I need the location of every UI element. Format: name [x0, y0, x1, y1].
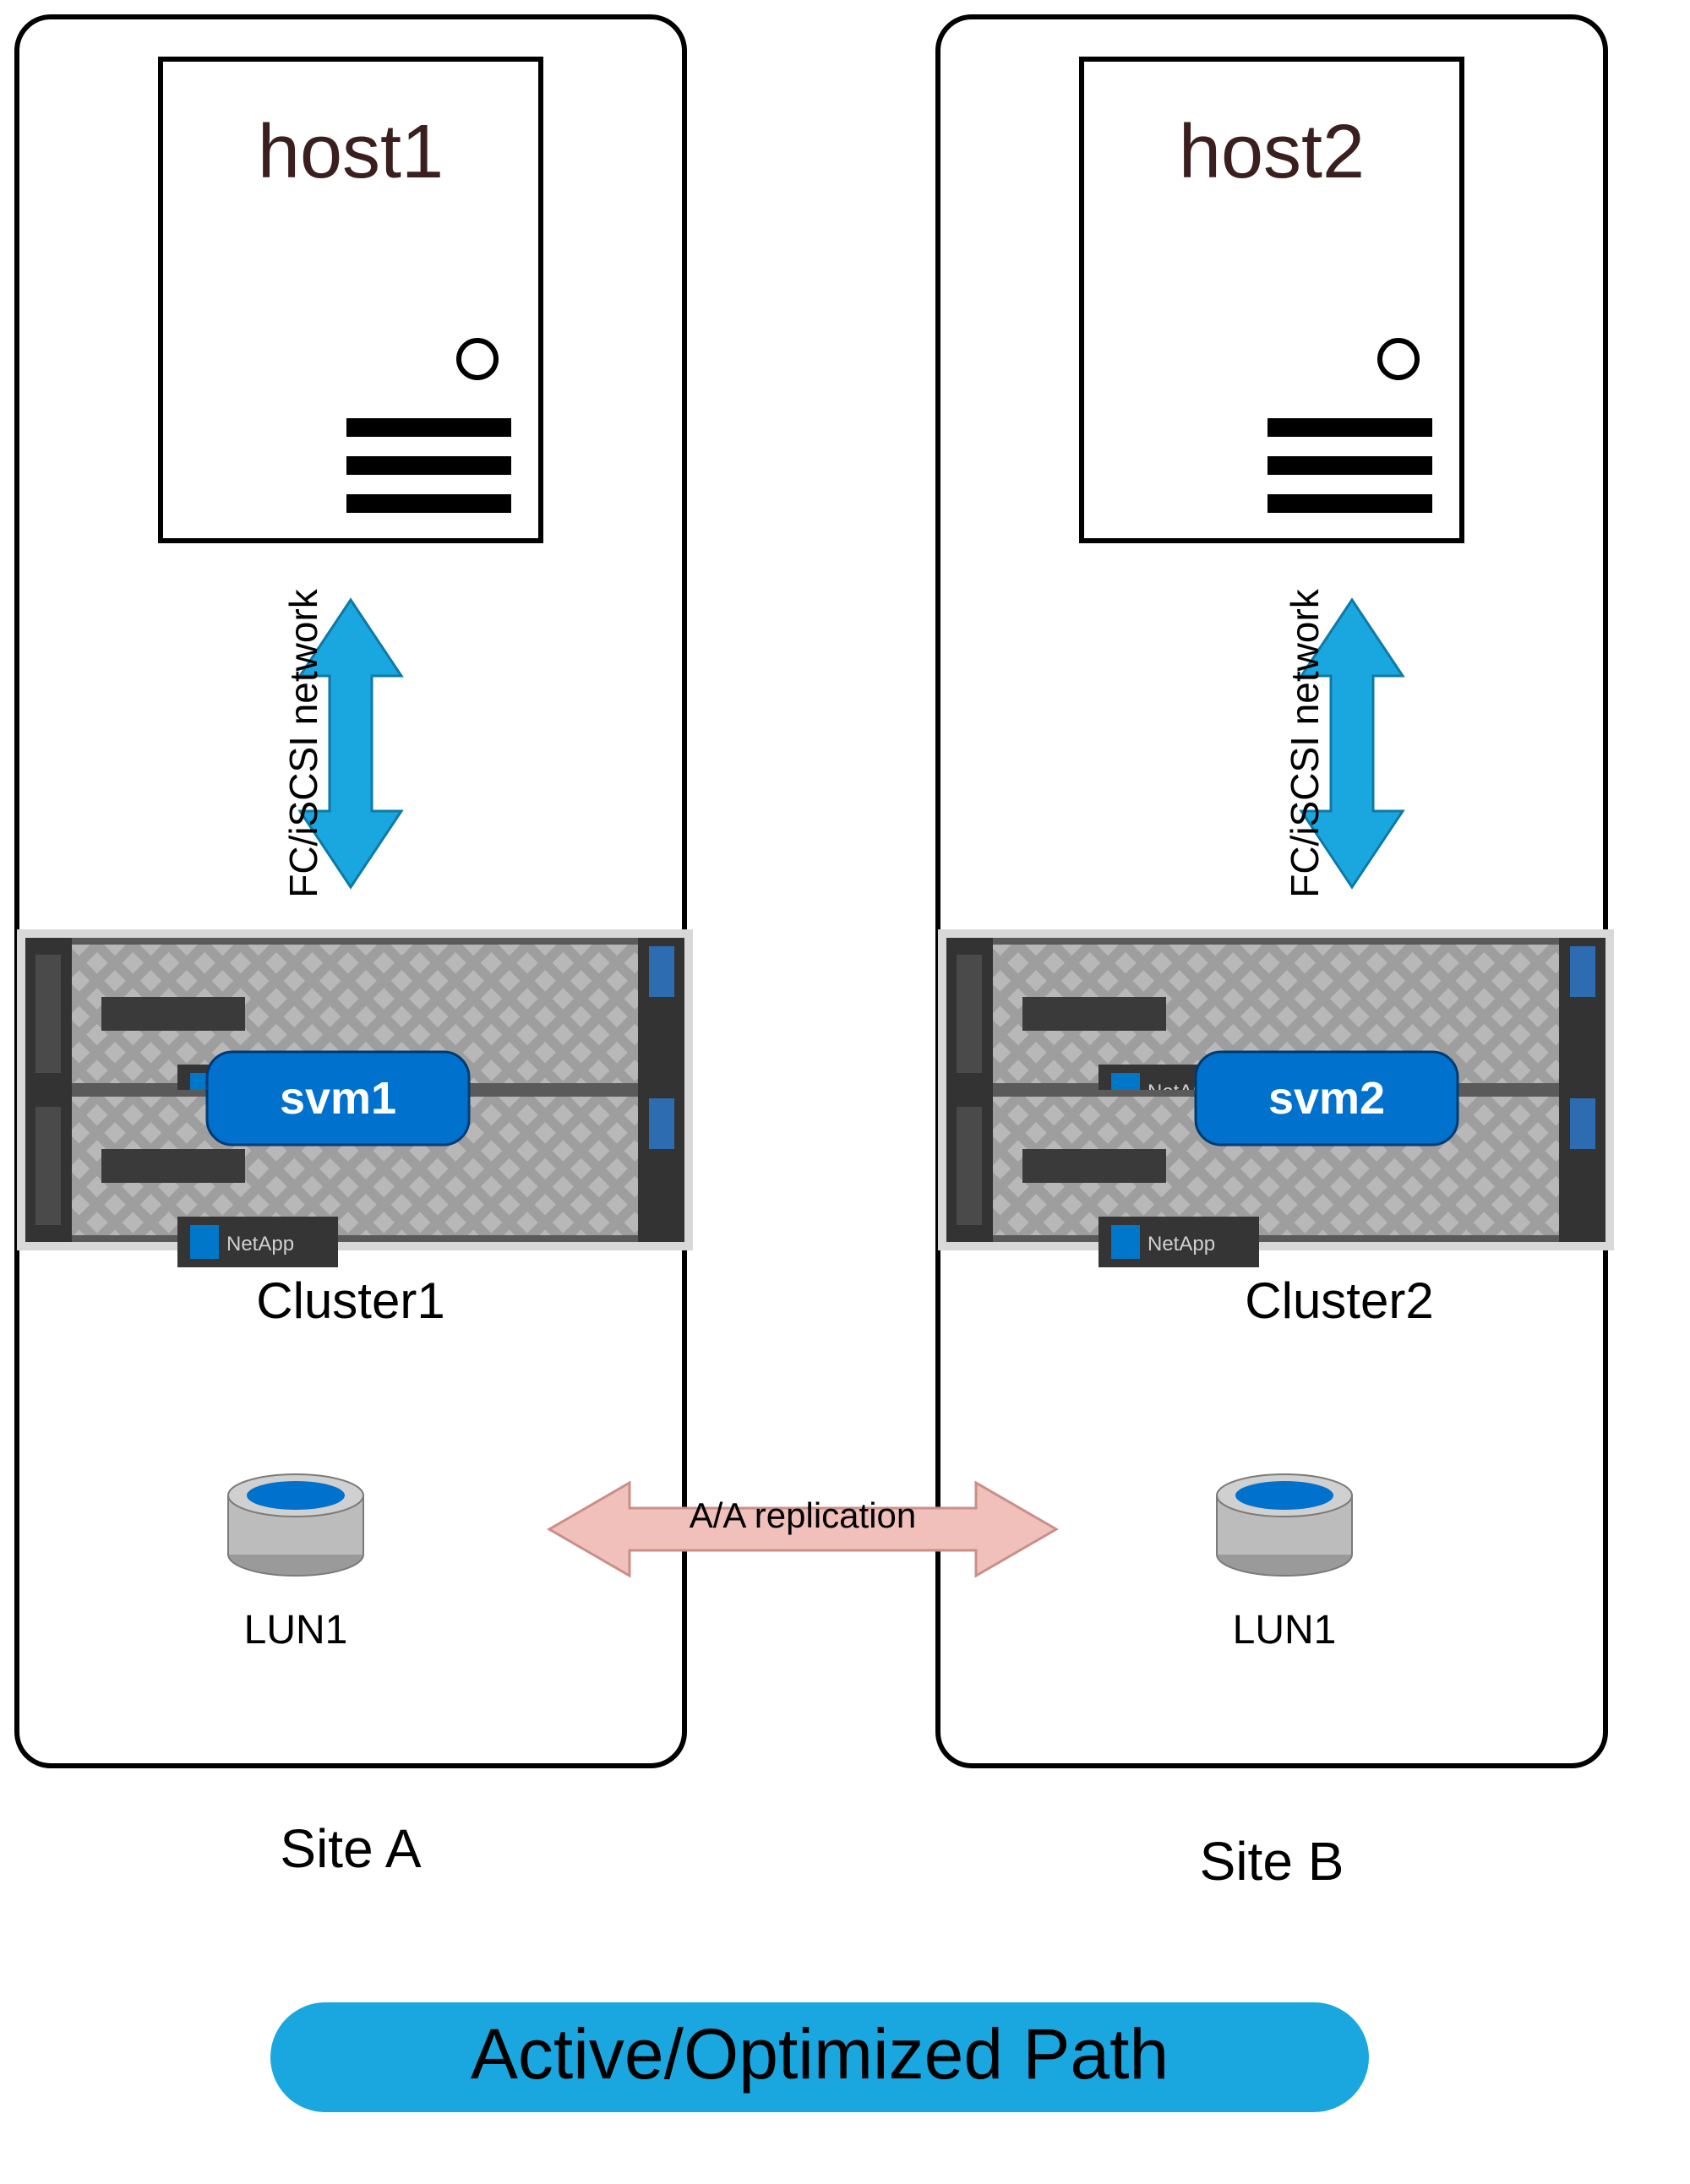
lun1-a-label: LUN1	[244, 1608, 348, 1653]
lun1-b-icon	[1217, 1474, 1352, 1576]
svm2-label: svm2	[1268, 1073, 1385, 1124]
legend-label: Active/Optimized Path	[471, 2014, 1169, 2094]
cluster2-label: Cluster2	[1245, 1272, 1433, 1329]
architecture-diagram: NetApp	[0, 0, 1690, 2184]
cluster1-label: Cluster1	[256, 1272, 444, 1329]
site-b-network-label: FC/iSCSI network	[1283, 588, 1327, 898]
lun1-b-label: LUN1	[1233, 1608, 1337, 1653]
site-a-network-label: FC/iSCSI network	[281, 588, 325, 898]
host2-label: host2	[1179, 110, 1365, 194]
svm1-label: svm1	[280, 1073, 396, 1124]
site-a-label: Site A	[280, 1818, 422, 1879]
site-b-label: Site B	[1200, 1831, 1344, 1892]
replication-label: A/A replication	[690, 1495, 917, 1535]
lun1-a-icon	[228, 1474, 363, 1576]
host1-label: host1	[258, 110, 444, 194]
